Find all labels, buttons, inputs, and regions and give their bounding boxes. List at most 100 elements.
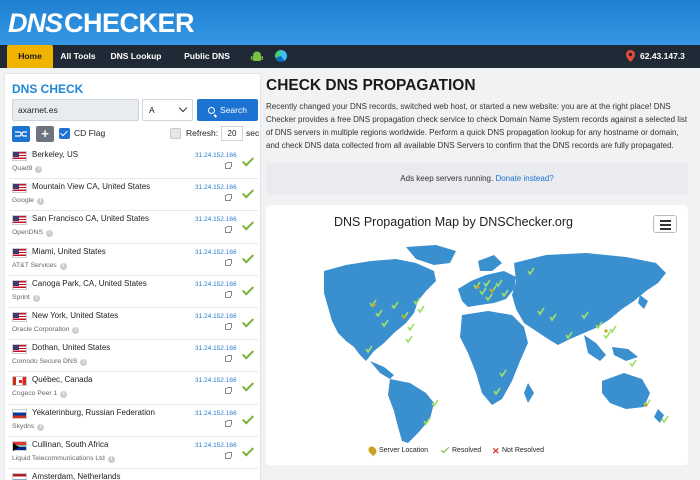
visitor-ip: 62.43.147.3 [640, 51, 685, 61]
nav-public-dns-list[interactable]: Public DNS List [176, 45, 238, 84]
server-location: Amsterdam, Netherlands [32, 471, 121, 480]
server-row: Cullinan, South Africa Liquid Telecommun… [9, 437, 258, 469]
external-link-icon[interactable] [225, 387, 232, 395]
search-button-label: Search [220, 105, 247, 115]
refresh-checkbox[interactable] [170, 128, 181, 139]
nav-all-tools[interactable]: All Tools [58, 45, 98, 68]
server-provider: Liquid Telecommunications Ltd i [12, 455, 115, 463]
external-link-icon[interactable] [225, 322, 232, 330]
server-provider: Cogeco Peer 1i [12, 390, 68, 399]
nav-home[interactable]: Home [7, 45, 53, 68]
world-map [324, 245, 669, 443]
pin-icon [366, 444, 379, 457]
server-result-ip[interactable]: 31.24.152.166 [195, 442, 237, 449]
record-type-select[interactable]: A [142, 99, 193, 121]
us-flag-icon [12, 215, 27, 226]
server-result-ip[interactable]: 31.24.152.166 [195, 152, 237, 159]
shuffle-icon [15, 131, 27, 137]
us-flag-icon [12, 344, 27, 355]
nav-dns-lookup[interactable]: DNS Lookup [110, 45, 162, 68]
server-row: Canoga Park, CA, United States Sprint i 3… [9, 276, 258, 308]
server-result-ip[interactable]: 31.24.152.166 [195, 313, 237, 320]
server-row: Dothan, United States Comodo Secure DNS i… [9, 340, 258, 373]
cd-flag-checkbox[interactable] [59, 128, 70, 139]
add-server-button[interactable]: + [36, 126, 54, 142]
info-icon[interactable]: i [107, 455, 115, 463]
main-nav: Home All Tools DNS Lookup Public DNS Lis… [0, 45, 700, 84]
server-result-ip[interactable]: 31.24.152.166 [195, 216, 237, 223]
logo-checker-text: CHECKER [64, 7, 195, 38]
hamburger-menu-icon[interactable] [653, 215, 677, 233]
server-result-ip[interactable]: 31.24.152.166 [195, 249, 237, 256]
map-title: DNS Propagation Map by DNSChecker.org [333, 215, 573, 229]
server-result-ip[interactable]: 31.24.152.166 [195, 345, 237, 352]
server-result-ip[interactable]: 31.24.152.166 [195, 377, 237, 384]
ads-notice: Ads keep servers running. Donate instead… [266, 163, 688, 195]
search-icon [208, 107, 216, 114]
resolved-check-icon [241, 411, 255, 425]
server-provider: Sprint i [12, 294, 40, 302]
server-location: Québec, Canada [32, 375, 93, 385]
legend-resolved: Resolved [440, 444, 481, 454]
external-link-icon[interactable] [225, 355, 232, 363]
android-icon[interactable] [251, 51, 263, 63]
server-provider: Skydns i [12, 423, 45, 431]
server-location: Canoga Park, CA, United States [32, 278, 147, 288]
resolved-check-icon [241, 251, 255, 264]
page-title: CHECK DNS PROPAGATION [266, 77, 476, 94]
netherlands-flag-icon [12, 472, 27, 480]
server-provider: OpenDNS i [12, 229, 53, 238]
domain-input[interactable]: axarnet.es [12, 99, 139, 121]
server-provider: Oracle Corporation i [12, 326, 80, 334]
server-row: Québec, Canada Cogeco Peer 1i 31.24.152.… [9, 372, 258, 405]
server-result-ip[interactable]: 31.24.152.166 [195, 410, 237, 417]
cd-flag-label: CD Flag [74, 128, 106, 138]
resolved-check-icon [241, 379, 255, 392]
server-location: San Francisco CA, United States [32, 214, 149, 224]
donate-link[interactable]: Donate instead? [495, 174, 553, 183]
resolved-check-icon [241, 347, 255, 360]
external-link-icon[interactable] [225, 162, 232, 169]
server-location: Berkeley, US [32, 150, 79, 159]
server-provider: Google i [12, 197, 44, 206]
server-result-ip[interactable]: 31.24.152.166 [195, 184, 237, 191]
server-row: Yekaterinburg, Russian Federation Skydns… [9, 405, 258, 437]
info-icon[interactable]: i [37, 423, 45, 431]
propagation-map-card: DNS Propagation Map by DNSChecker.org Se… [266, 205, 688, 465]
russia-flag-icon [12, 408, 27, 419]
legend-not-resolved: ✕ Not Resolved [492, 446, 545, 456]
info-icon[interactable]: i [45, 230, 53, 238]
resolved-check-icon [241, 283, 255, 296]
sort-options-button[interactable] [12, 126, 30, 142]
dns-check-panel: DNS CHECK axarnet.es A Search + CD Flag … [4, 73, 261, 480]
external-link-icon[interactable] [225, 258, 232, 266]
site-logo[interactable]: DNS CHECKER [8, 6, 195, 40]
edge-browser-icon[interactable] [275, 50, 287, 62]
server-location: Dothan, United States [32, 343, 111, 353]
us-flag-icon [12, 279, 27, 290]
info-icon[interactable]: i [80, 359, 88, 367]
info-icon[interactable]: i [72, 326, 80, 334]
info-icon[interactable]: i [32, 294, 40, 302]
check-icon [440, 444, 450, 454]
external-link-icon[interactable] [225, 290, 232, 298]
page-description: Recently changed your DNS records, switc… [266, 102, 688, 150]
external-link-icon[interactable] [225, 451, 232, 459]
us-flag-icon [12, 247, 27, 258]
external-link-icon[interactable] [225, 226, 232, 234]
location-pin-icon [626, 50, 635, 62]
info-icon[interactable]: i [36, 198, 44, 206]
info-icon[interactable]: i [60, 391, 68, 399]
canada-flag-icon [12, 376, 27, 387]
external-link-icon[interactable] [225, 419, 232, 427]
map-legend: Server Location Resolved ✕ Not Resolved [266, 444, 688, 459]
info-icon[interactable]: i [59, 262, 67, 270]
server-provider: Comodo Secure DNS i [12, 358, 88, 367]
external-link-icon[interactable] [225, 194, 232, 202]
search-button[interactable]: Search [197, 99, 258, 121]
info-icon[interactable]: i [35, 166, 43, 173]
server-result-ip[interactable]: 31.24.152.166 [195, 281, 237, 288]
server-location: New York, United States [32, 310, 119, 320]
resolved-check-icon [241, 218, 255, 231]
refresh-interval-input[interactable]: 20 [221, 126, 243, 141]
